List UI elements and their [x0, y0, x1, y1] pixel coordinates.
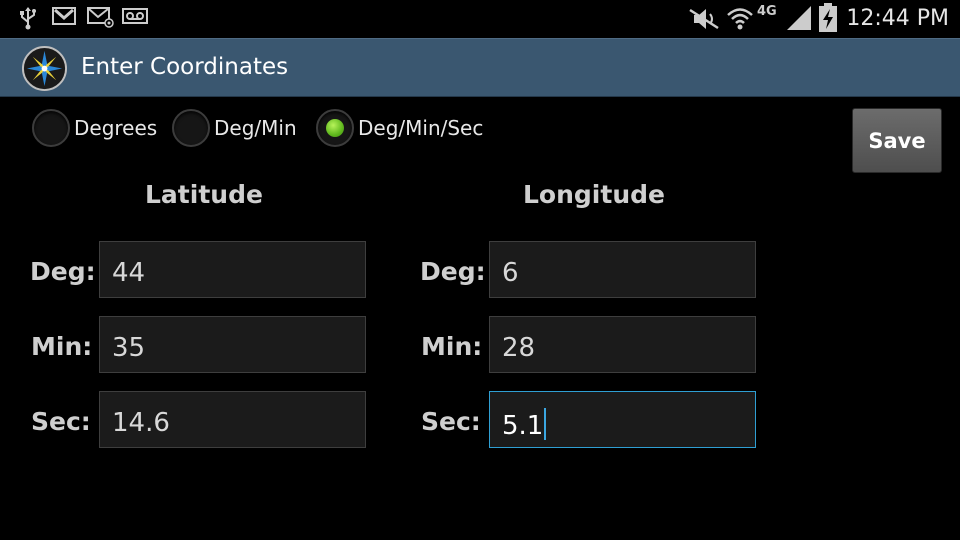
page-title: Enter Coordinates [81, 54, 289, 80]
latitude-deg-input[interactable]: 44 [99, 241, 366, 298]
radio-label-degrees: Degrees [74, 116, 158, 140]
latitude-sec-label: Sec: [31, 407, 91, 436]
signal-icon [787, 6, 811, 30]
wifi-icon [727, 8, 753, 30]
longitude-min-label: Min: [421, 332, 483, 361]
save-button[interactable]: Save [852, 108, 942, 173]
radio-unselected-indicator[interactable] [32, 109, 70, 147]
mute-icon [689, 8, 719, 30]
latitude-min-value: 35 [112, 333, 146, 363]
longitude-deg-label: Deg: [420, 257, 486, 286]
radio-deg-min-sec[interactable]: Deg/Min/Sec [316, 107, 483, 149]
latitude-sec-value: 14.6 [112, 408, 170, 438]
network-type-label: 4G [757, 4, 777, 19]
latitude-deg-label: Deg: [30, 257, 96, 286]
longitude-sec-input[interactable]: 5.1 [489, 391, 756, 448]
radio-unselected-indicator[interactable] [172, 109, 210, 147]
longitude-sec-value: 5.1 [502, 411, 544, 441]
latitude-min-input[interactable]: 35 [99, 316, 366, 373]
longitude-min-value: 28 [502, 333, 536, 363]
latitude-sec-input[interactable]: 14.6 [99, 391, 366, 448]
latitude-header: Latitude [145, 180, 263, 209]
gmail-icon [52, 7, 76, 25]
latitude-min-label: Min: [31, 332, 93, 361]
longitude-min-input[interactable]: 28 [489, 316, 756, 373]
longitude-deg-value: 6 [502, 258, 519, 288]
battery-charging-icon [819, 3, 837, 32]
longitude-sec-label: Sec: [421, 407, 481, 436]
radio-degrees[interactable]: Degrees [32, 107, 157, 149]
action-bar: Enter Coordinates [0, 38, 960, 97]
clock: 12:44 PM [846, 6, 949, 31]
radio-label-deg-min-sec: Deg/Min/Sec [358, 116, 484, 140]
radio-deg-min[interactable]: Deg/Min [172, 107, 297, 149]
radio-label-deg-min: Deg/Min [214, 116, 297, 140]
longitude-deg-input[interactable]: 6 [489, 241, 756, 298]
compass-rose-icon[interactable] [21, 45, 68, 92]
latitude-deg-value: 44 [112, 258, 146, 288]
radio-selected-indicator[interactable] [316, 109, 354, 147]
voicemail-icon [122, 8, 148, 24]
longitude-header: Longitude [523, 180, 665, 209]
usb-icon [20, 7, 36, 30]
text-cursor [544, 408, 547, 440]
radio-selected-dot [326, 119, 344, 137]
status-bar: 4G 12:44 PM [0, 0, 960, 38]
email-icon [87, 7, 114, 28]
